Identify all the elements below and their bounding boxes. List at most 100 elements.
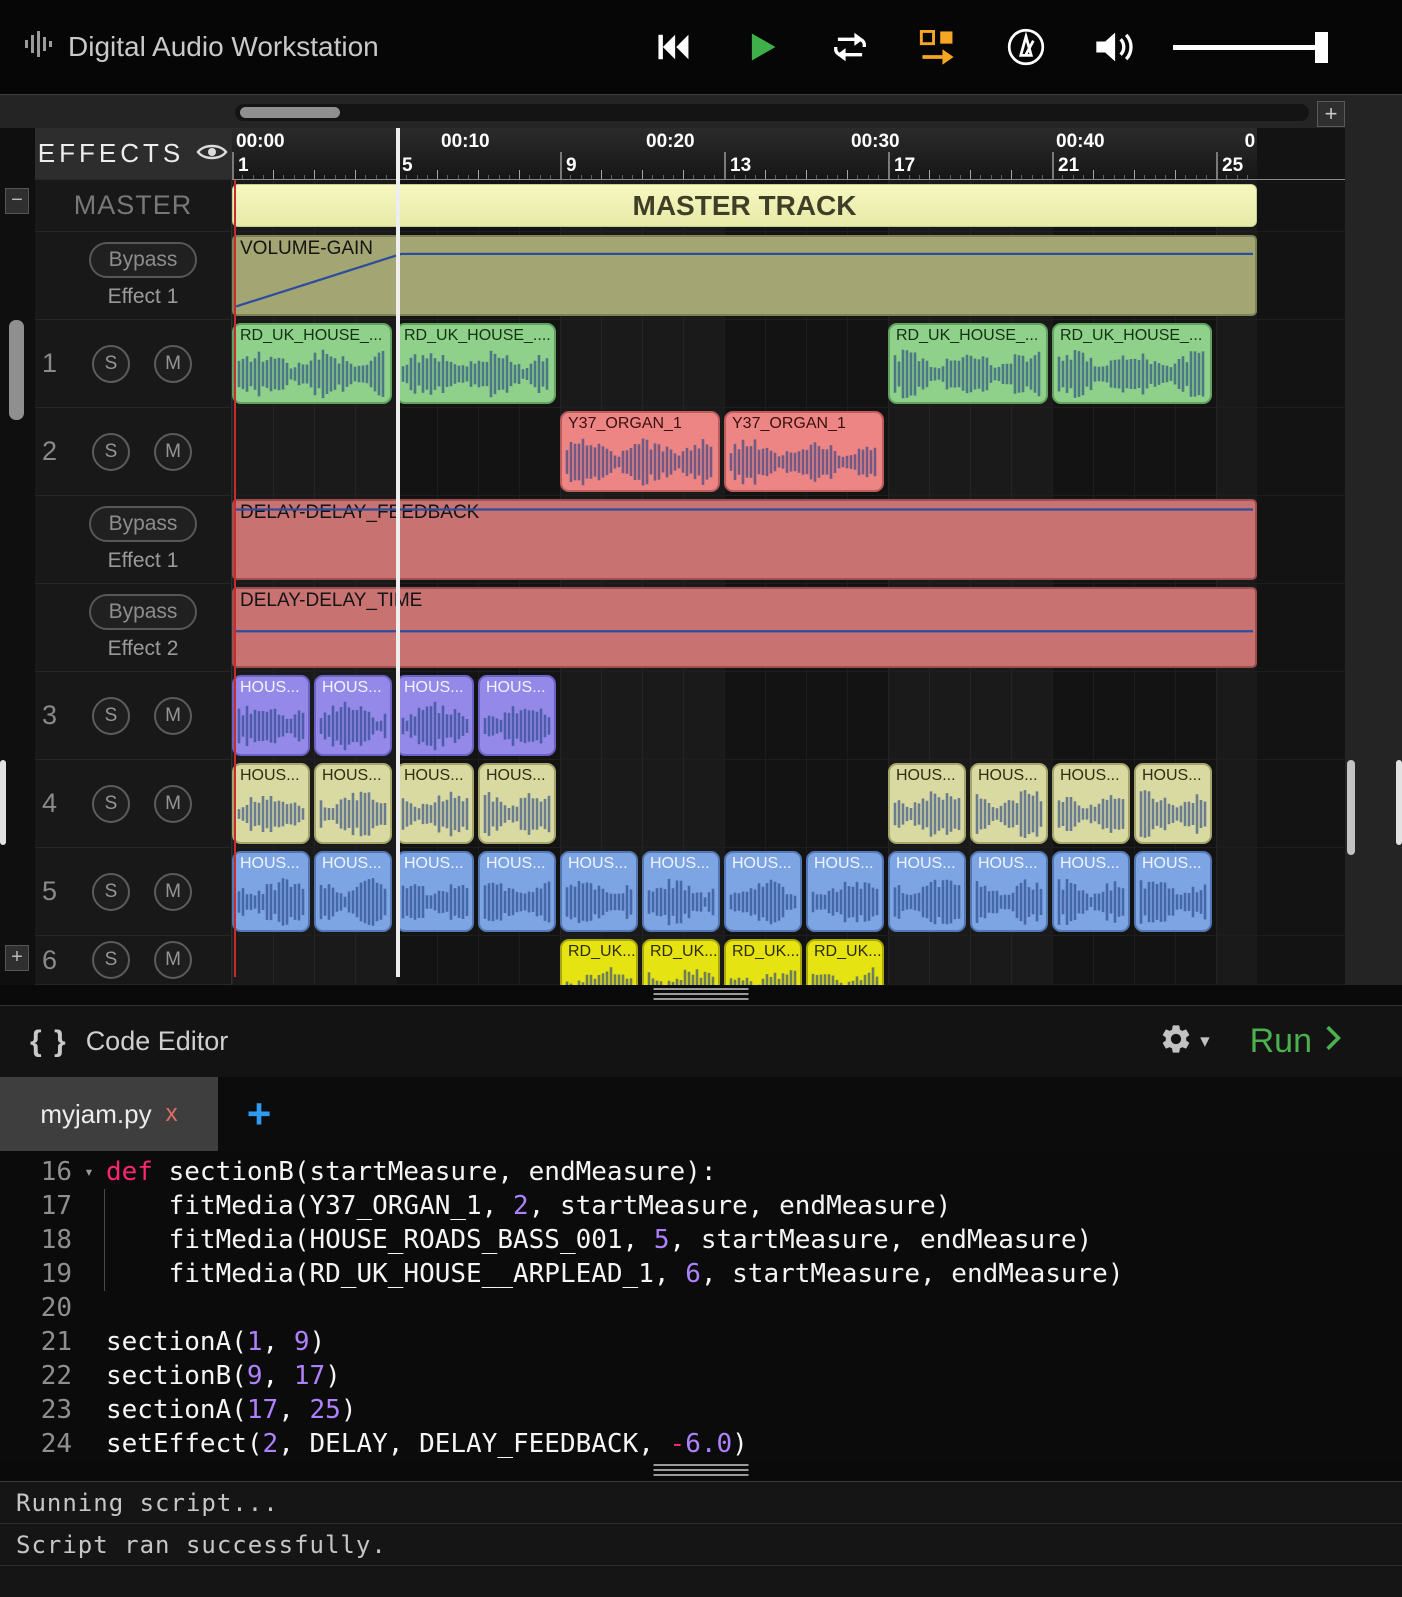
mute-button[interactable]: M — [154, 941, 192, 979]
effect-band[interactable]: DELAY-DELAY_TIME — [232, 587, 1257, 668]
mute-button[interactable]: M — [154, 697, 192, 735]
fold-toggle-icon[interactable]: ▾ — [72, 1155, 106, 1189]
splitter-grip-icon[interactable] — [654, 1464, 749, 1477]
console-splitter[interactable] — [0, 1461, 1402, 1481]
audio-clip[interactable]: HOUS... — [1134, 763, 1212, 844]
audio-clip[interactable]: RD_UK... — [724, 939, 802, 985]
audio-clip[interactable]: HOUS... — [806, 851, 884, 932]
audio-clip[interactable]: HOUS... — [396, 851, 474, 932]
mute-button[interactable]: M — [154, 785, 192, 823]
ruler-beat-tick — [468, 175, 469, 179]
vertical-zoom-in-button[interactable]: + — [5, 945, 29, 971]
volume-icon[interactable] — [1091, 26, 1137, 68]
solo-button[interactable]: S — [92, 345, 130, 383]
bypass-button[interactable]: Bypass — [89, 594, 198, 630]
audio-clip[interactable]: HOUS... — [232, 851, 310, 932]
new-tab-button[interactable]: + — [218, 1077, 300, 1151]
audio-clip[interactable]: HOUS... — [314, 675, 392, 756]
track-number: 4 — [42, 788, 68, 819]
tab-myjam-py[interactable]: myjam.py x — [0, 1077, 218, 1151]
audio-clip[interactable]: HOUS... — [314, 851, 392, 932]
run-button[interactable]: Run — [1250, 1022, 1342, 1061]
horizontal-zoom-thumb[interactable] — [240, 107, 340, 118]
effect-envelope[interactable] — [234, 237, 1255, 314]
code-line[interactable]: 17 fitMedia(Y37_ORGAN_1, 2, startMeasure… — [0, 1189, 1402, 1223]
audio-clip[interactable]: HOUS... — [724, 851, 802, 932]
playhead[interactable] — [396, 128, 400, 977]
audio-clip[interactable]: RD_UK... — [642, 939, 720, 985]
code-line[interactable]: 24setEffect(2, DELAY, DELAY_FEEDBACK, -6… — [0, 1427, 1402, 1461]
solo-button[interactable]: S — [92, 873, 130, 911]
play-button[interactable] — [739, 26, 785, 68]
code-line[interactable]: 20 — [0, 1291, 1402, 1325]
vertical-zoom-thumb[interactable] — [9, 320, 24, 420]
mute-button[interactable]: M — [154, 433, 192, 471]
indent-guide — [104, 1223, 105, 1257]
code-area[interactable]: 16▾def sectionB(startMeasure, endMeasure… — [0, 1151, 1402, 1461]
mute-button[interactable]: M — [154, 873, 192, 911]
audio-clip[interactable]: HOUS... — [396, 675, 474, 756]
code-line[interactable]: 23sectionA(17, 25) — [0, 1393, 1402, 1427]
ruler-beat-tick — [509, 175, 510, 179]
audio-clip[interactable]: HOUS... — [478, 763, 556, 844]
horizontal-zoom-in-button[interactable]: + — [1317, 101, 1345, 127]
master-track-bar[interactable]: MASTER TRACK — [232, 184, 1257, 227]
code-line[interactable]: 18 fitMedia(HOUSE_ROADS_BASS_001, 5, sta… — [0, 1223, 1402, 1257]
effect-band[interactable]: VOLUME-GAIN — [232, 235, 1257, 316]
audio-clip[interactable]: HOUS... — [888, 851, 966, 932]
mute-button[interactable]: M — [154, 345, 192, 383]
audio-clip[interactable]: RD_UK_HOUSE_... — [1052, 323, 1212, 404]
audio-clip[interactable]: HOUS... — [314, 763, 392, 844]
audio-clip[interactable]: HOUS... — [560, 851, 638, 932]
code-line[interactable]: 19 fitMedia(RD_UK_HOUSE__ARPLEAD_1, 6, s… — [0, 1257, 1402, 1291]
audio-clip[interactable]: HOUS... — [888, 763, 966, 844]
vertical-scrollbar-thumb[interactable] — [1347, 760, 1355, 855]
code-line[interactable]: 21sectionA(1, 9) — [0, 1325, 1402, 1359]
audio-clip[interactable]: RD_UK_HOUSE_... — [232, 323, 392, 404]
solo-button[interactable]: S — [92, 941, 130, 979]
right-edge-scrollbar-thumb[interactable] — [1396, 760, 1402, 845]
audio-clip[interactable]: RD_UK_HOUSE_.... — [396, 323, 556, 404]
audio-clip[interactable]: HOUS... — [396, 763, 474, 844]
audio-clip[interactable]: RD_UK... — [806, 939, 884, 985]
code-line[interactable]: 16▾def sectionB(startMeasure, endMeasure… — [0, 1155, 1402, 1189]
audio-clip[interactable]: HOUS... — [478, 851, 556, 932]
effects-header[interactable]: EFFECTS — [35, 128, 231, 179]
audio-clip[interactable]: Y37_ORGAN_1 — [560, 411, 720, 492]
panel-splitter[interactable] — [0, 985, 1402, 1005]
editor-settings-button[interactable]: ▾ — [1159, 1022, 1210, 1061]
horizontal-zoom-slider[interactable] — [235, 104, 1309, 121]
solo-button[interactable]: S — [92, 697, 130, 735]
volume-slider[interactable] — [1173, 45, 1323, 50]
audio-clip[interactable]: HOUS... — [970, 763, 1048, 844]
effect-envelope[interactable] — [234, 501, 1255, 578]
solo-button[interactable]: S — [92, 433, 130, 471]
audio-clip[interactable]: Y37_ORGAN_1 — [724, 411, 884, 492]
bypass-button[interactable]: Bypass — [89, 506, 198, 542]
tab-close-button[interactable]: x — [166, 1100, 178, 1128]
follow-playback-button[interactable] — [915, 26, 961, 68]
loop-button[interactable] — [827, 26, 873, 68]
audio-clip[interactable]: HOUS... — [478, 675, 556, 756]
splitter-grip-icon[interactable] — [654, 988, 749, 1001]
audio-clip[interactable]: HOUS... — [970, 851, 1048, 932]
audio-clip[interactable]: RD_UK_HOUSE_... — [888, 323, 1048, 404]
audio-clip[interactable]: HOUS... — [1052, 763, 1130, 844]
volume-slider-thumb[interactable] — [1315, 32, 1328, 63]
audio-clip[interactable]: HOUS... — [232, 763, 310, 844]
code-line[interactable]: 22sectionB(9, 17) — [0, 1359, 1402, 1393]
left-edge-scrollbar-thumb[interactable] — [0, 760, 6, 845]
vertical-zoom-out-button[interactable]: − — [5, 188, 29, 214]
audio-clip[interactable]: HOUS... — [642, 851, 720, 932]
audio-clip[interactable]: HOUS... — [1134, 851, 1212, 932]
audio-clip[interactable]: HOUS... — [1052, 851, 1130, 932]
solo-button[interactable]: S — [92, 785, 130, 823]
audio-clip[interactable]: RD_UK... — [560, 939, 638, 985]
eye-icon[interactable] — [196, 138, 228, 169]
metronome-button[interactable] — [1003, 26, 1049, 68]
skip-to-start-button[interactable] — [651, 26, 697, 68]
effect-band[interactable]: DELAY-DELAY_FEEDBACK — [232, 499, 1257, 580]
audio-clip[interactable]: HOUS... — [232, 675, 310, 756]
bypass-button[interactable]: Bypass — [89, 242, 198, 278]
effect-envelope[interactable] — [234, 589, 1255, 666]
